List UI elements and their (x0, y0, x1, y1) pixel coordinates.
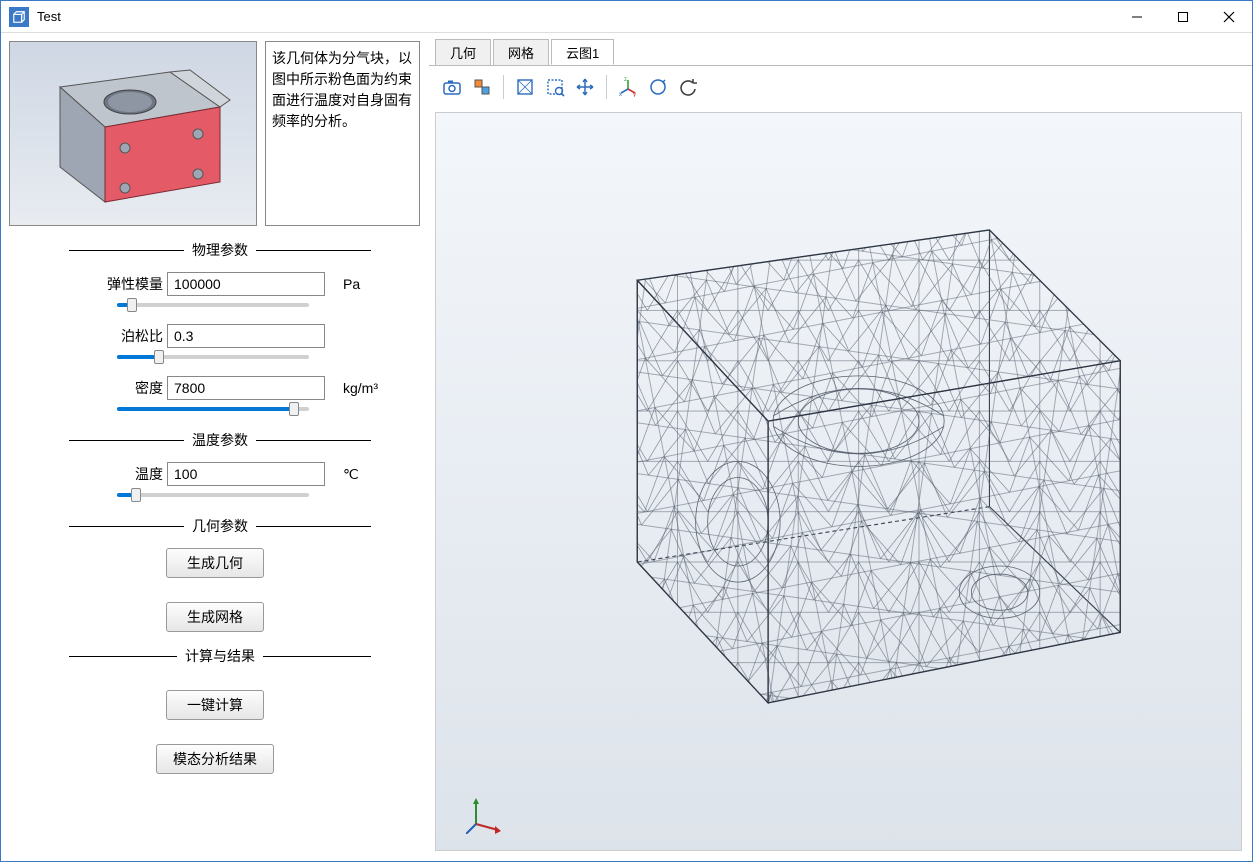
density-unit: kg/m³ (343, 380, 378, 396)
mesh-viewport[interactable] (435, 112, 1242, 851)
app-icon (9, 7, 29, 27)
modal-result-button[interactable]: 模态分析结果 (156, 744, 274, 774)
elastic-modulus-slider[interactable] (117, 298, 309, 312)
screenshot-button[interactable] (437, 72, 467, 102)
section-physical: 物理参数 (69, 240, 371, 260)
density-slider[interactable] (117, 402, 309, 416)
window-title: Test (37, 9, 61, 24)
elastic-modulus-input[interactable] (167, 272, 325, 296)
temperature-label: 温度 (99, 464, 163, 484)
selection-button[interactable] (467, 72, 497, 102)
axes-triad-icon (466, 794, 506, 834)
compute-button[interactable]: 一键计算 (166, 690, 264, 720)
density-input[interactable] (167, 376, 325, 400)
tab-mesh[interactable]: 网格 (493, 39, 549, 65)
elastic-modulus-unit: Pa (343, 276, 360, 292)
right-panel: 几何 网格 云图1 z y x (429, 33, 1252, 861)
close-button[interactable] (1206, 1, 1252, 33)
zoom-window-button[interactable] (540, 72, 570, 102)
minimize-button[interactable] (1114, 1, 1160, 33)
zoom-extents-button[interactable] (510, 72, 540, 102)
tab-cloud1[interactable]: 云图1 (551, 39, 614, 65)
rotate-button[interactable] (643, 72, 673, 102)
density-label: 密度 (99, 378, 163, 398)
section-temperature: 温度参数 (69, 430, 371, 450)
poisson-slider[interactable] (117, 350, 309, 364)
tab-geometry[interactable]: 几何 (435, 39, 491, 65)
section-geometry: 几何参数 (69, 516, 371, 536)
titlebar: Test (1, 1, 1252, 33)
svg-text:z: z (624, 77, 627, 83)
generate-mesh-button[interactable]: 生成网格 (166, 602, 264, 632)
maximize-button[interactable] (1160, 1, 1206, 33)
toolbar: z y x (429, 65, 1252, 108)
section-compute: 计算与结果 (69, 646, 371, 666)
poisson-label: 泊松比 (99, 326, 163, 346)
pan-button[interactable] (570, 72, 600, 102)
generate-geometry-button[interactable]: 生成几何 (166, 548, 264, 578)
description-box: 该几何体为分气块，以图中所示粉色面为约束面进行温度对自身固有频率的分析。 (265, 41, 420, 226)
poisson-input[interactable] (167, 324, 325, 348)
geometry-preview (9, 41, 257, 226)
temperature-input[interactable] (167, 462, 325, 486)
view-orientation-button[interactable]: z y x (613, 72, 643, 102)
tabs: 几何 网格 云图1 (429, 39, 1252, 65)
elastic-modulus-label: 弹性模量 (99, 274, 163, 294)
left-panel: 该几何体为分气块，以图中所示粉色面为约束面进行温度对自身固有频率的分析。 物理参… (1, 33, 429, 861)
undo-view-button[interactable] (673, 72, 703, 102)
temperature-slider[interactable] (117, 488, 309, 502)
temperature-unit: ℃ (343, 466, 359, 483)
svg-text:y: y (633, 92, 636, 97)
svg-text:x: x (619, 92, 622, 97)
